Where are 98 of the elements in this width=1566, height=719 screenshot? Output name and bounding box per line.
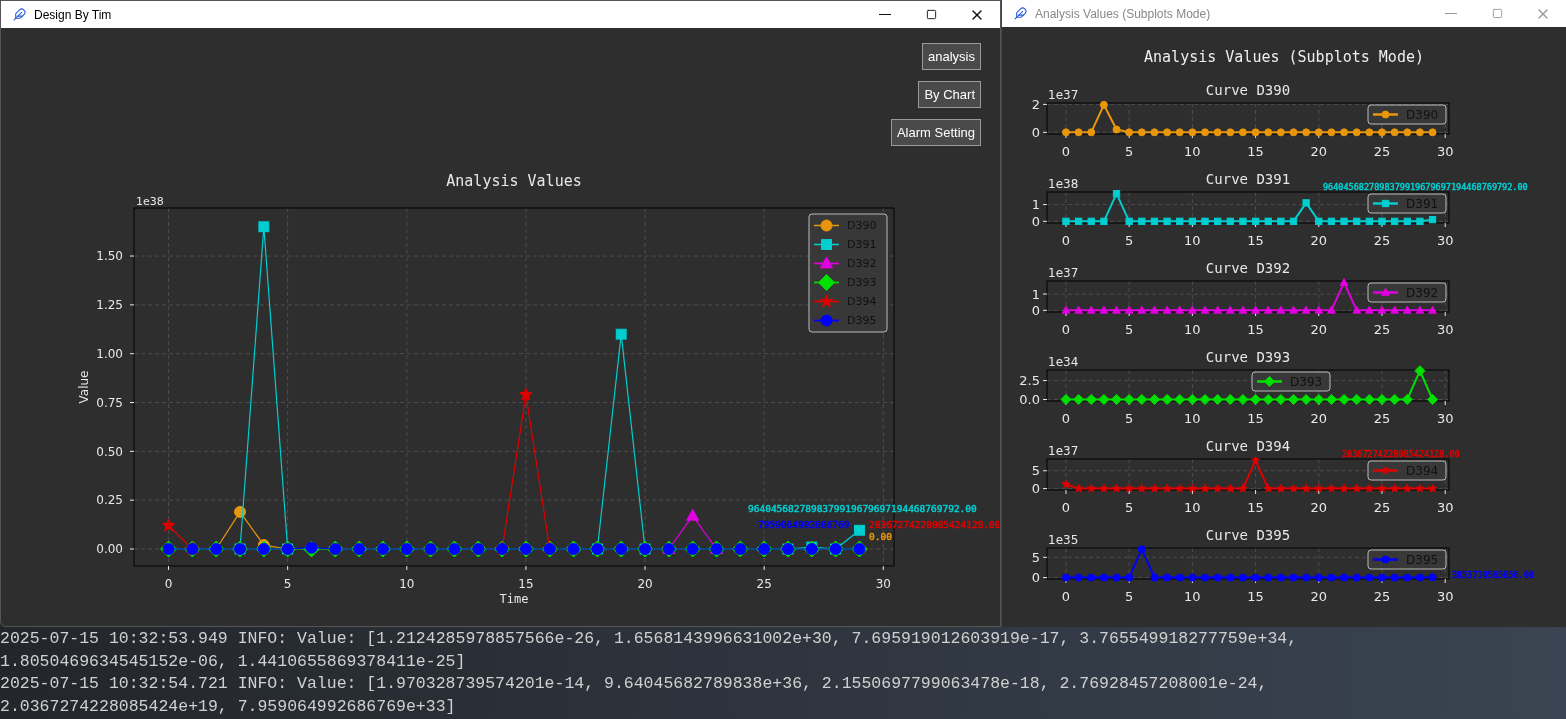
x-tick-label: 20 — [1310, 411, 1328, 426]
axis-scale-label: 1e37 — [1048, 88, 1079, 102]
x-tick-label: 0 — [164, 577, 173, 591]
x-tick-label: 15 — [518, 577, 534, 591]
axis-scale-label: 1e38 — [1048, 177, 1079, 191]
x-tick-label: 25 — [1373, 411, 1391, 426]
axis-scale-label: 1e35 — [1048, 533, 1079, 547]
x-tick-label: 0 — [1061, 500, 1071, 515]
y-tick-label: 1.50 — [96, 249, 123, 264]
x-tick-label: 5 — [1125, 500, 1134, 515]
log-line: 2025-07-15 10:32:53.949 INFO: Value: [1.2124285978857566e-26, 1.6568143996631002e+30, 7.695919012603919e-17, 3.765549918277759e+34, — [0, 628, 1299, 650]
y-tick-label: 0.50 — [96, 444, 123, 459]
y-tick-label: 1.00 — [96, 346, 123, 361]
x-tick-label: 10 — [1184, 322, 1201, 337]
x-tick-label: 25 — [756, 577, 772, 591]
x-tick-label: 10 — [1184, 411, 1201, 426]
y-tick-label: 0 — [1031, 481, 1040, 497]
value-annotation: 0.00 — [869, 531, 892, 542]
y-tick-label: 0 — [1031, 213, 1040, 229]
y-tick-label: 0 — [1031, 124, 1040, 140]
x-tick-label: 30 — [1436, 589, 1454, 604]
x-tick-label: 15 — [1247, 144, 1264, 159]
y-tick-label: 2 — [1031, 96, 1040, 112]
y-tick-label: 0.0 — [1019, 392, 1040, 408]
chart-title: Analysis Values — [446, 172, 582, 190]
value-annotation: 20367274228085424128.00 — [869, 519, 999, 530]
y-tick-label: 0.75 — [96, 395, 123, 410]
value-annotation: 3853739565056.00 — [1452, 570, 1534, 580]
x-tick-label: 25 — [1373, 233, 1391, 248]
value-annotation: 7959064992686769 — [758, 519, 850, 530]
value-annotation: 20367274228085424128.00 — [1342, 449, 1460, 459]
y-tick-label: 1 — [1031, 197, 1040, 213]
x-tick-label: 20 — [1310, 500, 1328, 515]
x-tick-label: 15 — [1247, 322, 1264, 337]
chart-title: Curve D391 — [1205, 171, 1291, 187]
chart-title: Curve D395 — [1205, 527, 1291, 543]
x-tick-label: 15 — [1247, 233, 1264, 248]
x-tick-label: 0 — [1061, 411, 1071, 426]
axis-scale-label: 1e37 — [1048, 444, 1079, 458]
chart-title: Curve D393 — [1205, 349, 1291, 365]
x-tick-label: 25 — [1373, 322, 1391, 337]
x-tick-label: 20 — [1310, 322, 1328, 337]
y-tick-label: 0 — [1031, 302, 1040, 318]
x-tick-label: 25 — [1373, 144, 1391, 159]
x-tick-label: 30 — [1436, 500, 1454, 515]
x-tick-label: 0 — [1061, 144, 1071, 159]
y-tick-label: 1.25 — [96, 298, 123, 313]
log-line: 2025-07-15 10:32:54.721 INFO: Value: [1.970328739574201e-14, 9.64045682789838e+36, 2.1550697799063478e-18, 2.76928457208001e-24, — [0, 673, 1269, 695]
x-tick-label: 15 — [1247, 500, 1264, 515]
x-tick-label: 30 — [1436, 233, 1454, 248]
x-tick-label: 5 — [1125, 411, 1134, 426]
x-tick-label: 10 — [399, 577, 415, 591]
x-tick-label: 20 — [637, 577, 653, 591]
x-tick-label: 10 — [1184, 233, 1201, 248]
x-tick-label: 30 — [1436, 322, 1454, 337]
axis-scale-label: 1e38 — [136, 195, 164, 208]
y-axis-label: Value — [77, 370, 91, 404]
x-tick-label: 25 — [1373, 500, 1391, 515]
value-annotation: 9640456827898379919679697194468769792.00 — [1323, 182, 1528, 192]
x-tick-label: 30 — [1436, 411, 1454, 426]
chart-title: Curve D390 — [1205, 82, 1291, 98]
x-tick-label: 0 — [1061, 589, 1071, 604]
x-axis-label: Time — [499, 592, 529, 606]
x-tick-label: 20 — [1310, 589, 1328, 604]
chart-title: Curve D394 — [1205, 438, 1291, 454]
y-tick-label: 0 — [1031, 570, 1040, 586]
y-tick-label: 0.00 — [96, 542, 123, 557]
x-tick-label: 5 — [283, 577, 292, 591]
y-tick-label: 1 — [1031, 286, 1040, 302]
x-tick-label: 10 — [1184, 589, 1201, 604]
y-tick-label: 5 — [1031, 463, 1040, 479]
window-title: Analysis Values (Subplots Mode) — [1035, 5, 1211, 23]
x-tick-label: 25 — [1373, 589, 1391, 604]
log-line: 1.8050469634545152e-06, 1.4410655869378411e-25] — [0, 650, 467, 673]
window-title: Design By Tim — [34, 6, 112, 24]
axis-scale-label: 1e34 — [1048, 355, 1079, 369]
y-tick-label: 5 — [1031, 549, 1040, 565]
x-tick-label: 0 — [1061, 233, 1071, 248]
y-tick-label: 0.25 — [96, 493, 123, 508]
log-line: 2.0367274228085424e+19, 7.959064992686769e+33] — [0, 695, 457, 718]
value-annotation: 9640456827898379919679697194468769792.00 — [748, 503, 977, 514]
figure-heading: Analysis Values (Subplots Mode) — [1143, 47, 1425, 68]
x-tick-label: 20 — [1310, 233, 1328, 248]
x-tick-label: 5 — [1125, 144, 1134, 159]
x-tick-label: 30 — [875, 577, 891, 591]
x-tick-label: 15 — [1247, 411, 1264, 426]
x-tick-label: 10 — [1184, 144, 1201, 159]
x-tick-label: 30 — [1436, 144, 1454, 159]
x-tick-label: 10 — [1184, 500, 1201, 515]
x-tick-label: 5 — [1125, 233, 1134, 248]
x-tick-label: 5 — [1125, 322, 1134, 337]
x-tick-label: 15 — [1247, 589, 1264, 604]
y-tick-label: 2.5 — [1019, 373, 1040, 389]
x-tick-label: 0 — [1061, 322, 1071, 337]
x-tick-label: 20 — [1310, 144, 1328, 159]
axis-scale-label: 1e37 — [1048, 266, 1079, 280]
chart-title: Curve D392 — [1205, 260, 1291, 276]
x-tick-label: 5 — [1125, 589, 1134, 604]
